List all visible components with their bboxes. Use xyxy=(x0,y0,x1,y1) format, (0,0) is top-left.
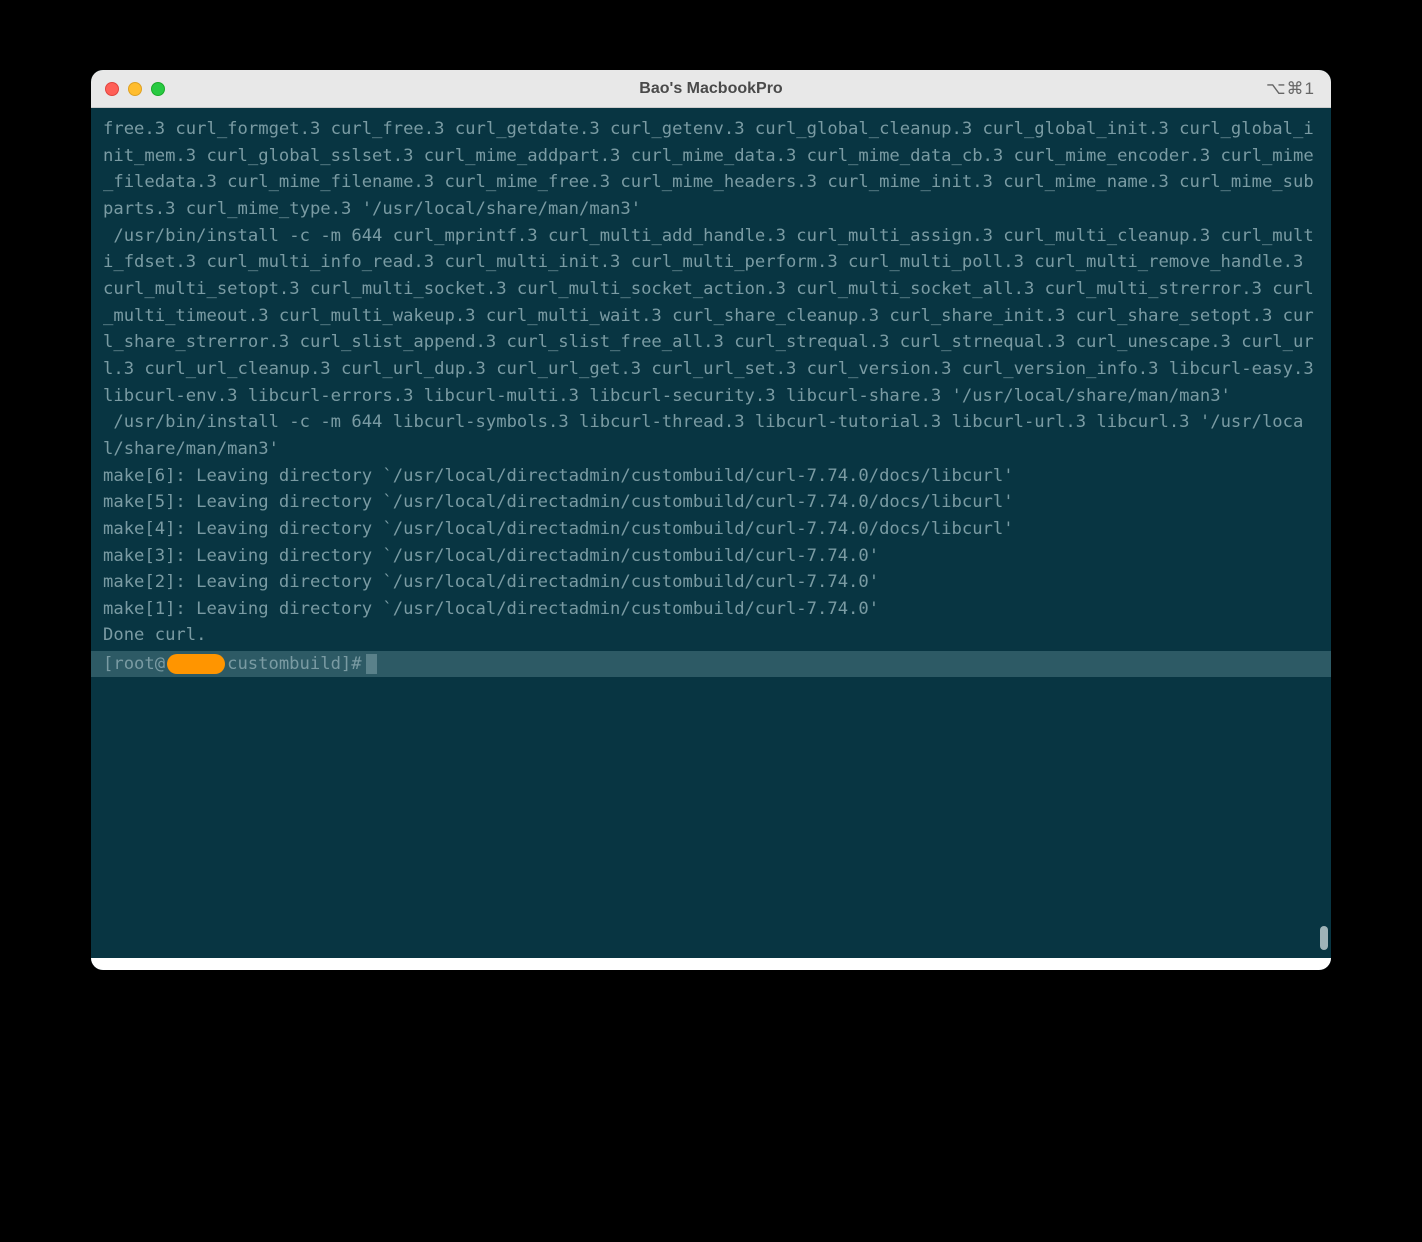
redacted-hostname xyxy=(167,654,225,674)
window-bottom-border xyxy=(91,958,1331,970)
terminal-body[interactable]: free.3 curl_formget.3 curl_free.3 curl_g… xyxy=(91,108,1331,958)
terminal-window: Bao's MacbookPro ⌥⌘1 free.3 curl_formget… xyxy=(91,70,1331,970)
prompt-line[interactable]: [root@ custombuild]# xyxy=(91,651,1331,677)
minimize-button[interactable] xyxy=(128,82,142,96)
window-title: Bao's MacbookPro xyxy=(639,80,782,98)
cursor-icon xyxy=(366,654,377,674)
close-button[interactable] xyxy=(105,82,119,96)
scrollbar-track[interactable] xyxy=(1320,108,1328,958)
prompt-suffix: custombuild]# xyxy=(227,651,362,678)
prompt-prefix: [root@ xyxy=(103,651,165,678)
titlebar[interactable]: Bao's MacbookPro ⌥⌘1 xyxy=(91,70,1331,108)
maximize-button[interactable] xyxy=(151,82,165,96)
scrollbar-thumb[interactable] xyxy=(1320,926,1328,950)
traffic-lights xyxy=(105,82,165,96)
window-shortcut-indicator: ⌥⌘1 xyxy=(1266,79,1315,99)
terminal-output: free.3 curl_formget.3 curl_free.3 curl_g… xyxy=(103,116,1319,649)
